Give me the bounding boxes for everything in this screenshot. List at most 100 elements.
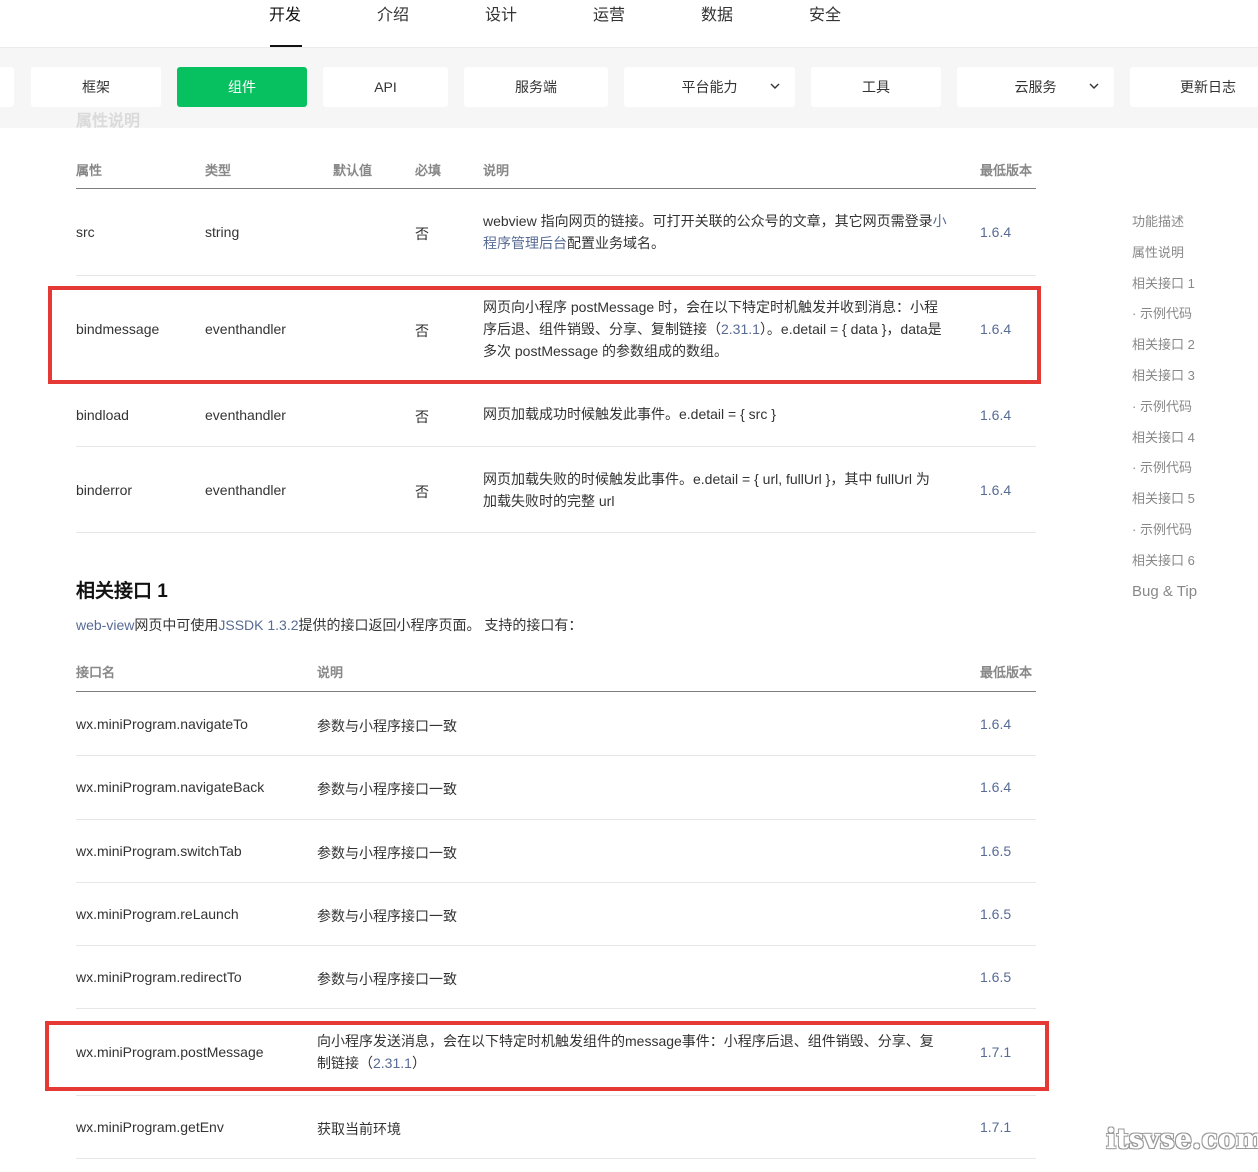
api-desc: 参数与小程序接口一致: [317, 845, 457, 861]
toc-item[interactable]: 相关接口 1: [1132, 274, 1242, 305]
toc-item[interactable]: 相关接口 4: [1132, 428, 1242, 459]
row-divider: [76, 446, 1036, 447]
th-required: 必填: [415, 163, 442, 178]
chevron-down-icon: [1088, 67, 1100, 123]
tab-label: 工具: [862, 79, 890, 95]
tab-framework[interactable]: 框架: [31, 67, 161, 107]
ghost-heading: 属性说明: [76, 113, 141, 130]
th-attr: 属性: [76, 163, 103, 178]
toc-item[interactable]: Bug & Tip: [1132, 582, 1242, 613]
row-divider: [76, 755, 1036, 756]
desc-text: webview 指向网页的链接。可打开关联的公众号的文章，其它网页需登录: [483, 213, 933, 229]
api-name: wx.miniProgram.redirectTo: [76, 969, 242, 985]
tab-tools[interactable]: 工具: [811, 67, 941, 107]
tab-components[interactable]: 组件: [177, 67, 307, 107]
prop-desc: webview 指向网页的链接。可打开关联的公众号的文章，其它网页需登录小程序管…: [483, 210, 953, 254]
api-desc: 参数与小程序接口一致: [317, 781, 457, 797]
prop-version: 1.6.4: [980, 482, 1012, 498]
chevron-down-icon: [769, 67, 781, 123]
th-api-version: 最低版本: [980, 665, 1033, 680]
api-version: 1.6.4: [980, 779, 1012, 795]
tab-label: 平台能力: [681, 79, 738, 95]
api-version: 1.7.1: [980, 1119, 1012, 1135]
api-name: wx.miniProgram.switchTab: [76, 843, 242, 859]
row-divider: [76, 1008, 1036, 1009]
row-divider: [76, 819, 1036, 820]
prop-name: src: [76, 224, 95, 240]
tab-api[interactable]: API: [323, 67, 448, 107]
tab-platform[interactable]: 平台能力: [624, 67, 795, 107]
tab-label: 组件: [228, 79, 256, 95]
row-divider: [76, 1158, 1036, 1159]
tab-partial-left[interactable]: [0, 67, 14, 107]
toc: 功能描述 属性说明 相关接口 1 · 示例代码 相关接口 2 相关接口 3 · …: [1132, 212, 1242, 612]
prop-required: 否: [415, 409, 429, 425]
watermark: itsvse.com: [1106, 1124, 1258, 1155]
th-type: 类型: [205, 163, 232, 178]
toc-item[interactable]: · 示例代码: [1132, 304, 1242, 335]
api-desc: 获取当前环境: [317, 1121, 401, 1137]
web-view-link[interactable]: web-view: [76, 617, 134, 633]
nav-data[interactable]: 数据: [687, 0, 747, 47]
api-desc: 参数与小程序接口一致: [317, 971, 457, 987]
prop-desc: 网页加载失败的时候触发此事件。e.detail = { url, fullUrl…: [483, 468, 943, 512]
tab-label: API: [374, 79, 397, 95]
jssdk-link[interactable]: JSSDK 1.3.2: [218, 617, 298, 633]
toc-item[interactable]: 相关接口 5: [1132, 489, 1242, 520]
prop-type: eventhandler: [205, 482, 286, 498]
toc-item[interactable]: 功能描述: [1132, 212, 1242, 243]
header-divider: [76, 691, 1036, 692]
api-name: wx.miniProgram.reLaunch: [76, 906, 239, 922]
tab-label: 服务端: [515, 79, 557, 95]
prop-name: bindload: [76, 407, 129, 423]
toc-item[interactable]: · 示例代码: [1132, 458, 1242, 489]
desc-text: 网页加载成功时候触发此事件。e.detail = { src }: [483, 406, 776, 422]
toc-item[interactable]: · 示例代码: [1132, 520, 1242, 551]
toc-item[interactable]: · 示例代码: [1132, 397, 1242, 428]
toc-item[interactable]: 相关接口 2: [1132, 335, 1242, 366]
prop-type: eventhandler: [205, 407, 286, 423]
toc-item[interactable]: 相关接口 6: [1132, 551, 1242, 582]
api-desc: 参数与小程序接口一致: [317, 718, 457, 734]
highlight-box: [48, 286, 1041, 384]
row-divider: [76, 532, 1036, 533]
api-version: 1.6.5: [980, 969, 1012, 985]
api-name: wx.miniProgram.navigateTo: [76, 716, 248, 732]
nav-design[interactable]: 设计: [471, 0, 531, 47]
tab-label: 框架: [82, 79, 110, 95]
intro-text: 网页中可使用: [134, 617, 219, 633]
desc-text: 配置业务域名。: [567, 235, 665, 251]
api-name: wx.miniProgram.getEnv: [76, 1119, 224, 1135]
section-intro: web-view网页中可使用JSSDK 1.3.2提供的接口返回小程序页面。 支…: [76, 615, 582, 635]
tab-label: 更新日志: [1180, 79, 1236, 95]
api-desc: 参数与小程序接口一致: [317, 908, 457, 924]
tab-cloud[interactable]: 云服务: [957, 67, 1114, 107]
toc-item[interactable]: 相关接口 3: [1132, 366, 1242, 397]
prop-type: string: [205, 224, 240, 240]
sub-nav: 框架 组件 API 服务端 平台能力 工具 云服务 更新日志 属性说明: [0, 48, 1258, 130]
th-desc: 说明: [483, 163, 510, 178]
th-api-desc: 说明: [317, 665, 344, 680]
toc-item[interactable]: 属性说明: [1132, 243, 1242, 274]
th-version: 最低版本: [980, 163, 1033, 178]
nav-develop[interactable]: 开发: [255, 0, 315, 47]
th-default: 默认值: [333, 163, 373, 178]
nav-security[interactable]: 安全: [795, 0, 855, 47]
tab-label: 云服务: [1014, 79, 1057, 95]
desc-text: 网页加载失败的时候触发此事件。e.detail = { url, fullUrl…: [483, 471, 930, 509]
prop-desc: 网页加载成功时候触发此事件。e.detail = { src }: [483, 403, 953, 425]
row-divider: [76, 945, 1036, 946]
header-divider: [76, 188, 1036, 189]
section-title: 相关接口 1: [76, 581, 168, 602]
prop-required: 否: [415, 226, 429, 242]
prop-version: 1.6.4: [980, 407, 1012, 423]
tab-server[interactable]: 服务端: [464, 67, 608, 107]
row-divider: [76, 275, 1036, 276]
api-version: 1.6.5: [980, 906, 1012, 922]
row-divider: [76, 1095, 1036, 1096]
nav-intro[interactable]: 介绍: [363, 0, 423, 47]
th-api-name: 接口名: [76, 665, 116, 680]
nav-operation[interactable]: 运营: [579, 0, 639, 47]
tab-changelog[interactable]: 更新日志: [1130, 67, 1258, 107]
api-version: 1.6.4: [980, 716, 1012, 732]
